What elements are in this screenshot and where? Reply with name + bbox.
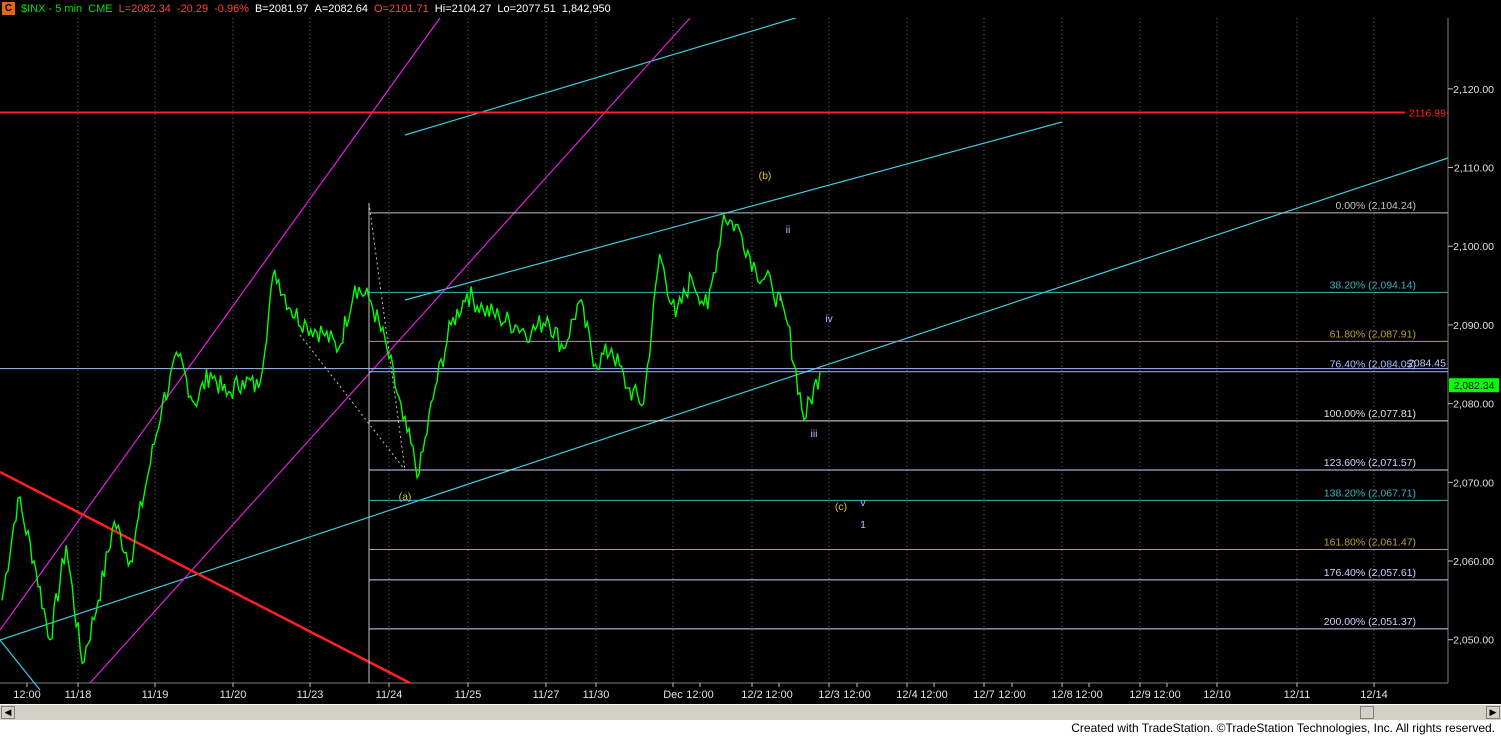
y-tick-label: 2,090.00 bbox=[1453, 320, 1494, 332]
x-tick-label: 12:00 bbox=[1075, 689, 1103, 701]
y-tick-label: 2,050.00 bbox=[1453, 635, 1494, 647]
fib-label: 161.80% (2,061.47) bbox=[1324, 536, 1416, 548]
scroll-thumb[interactable] bbox=[1360, 706, 1374, 719]
wave-label: (a) bbox=[399, 491, 412, 503]
horizontal-scrollbar[interactable]: ◀ ▶ bbox=[0, 704, 1501, 720]
x-tick-label: 12/3 bbox=[818, 689, 839, 701]
wave-label: iii bbox=[811, 428, 818, 440]
fib-label: 100.00% (2,077.81) bbox=[1324, 408, 1416, 420]
x-tick-label: 11/19 bbox=[142, 689, 169, 701]
fib-label: 0.00% (2,104.24) bbox=[1335, 200, 1416, 212]
y-tick-label: 2,110.00 bbox=[1454, 163, 1494, 175]
wave-label: ii bbox=[786, 224, 791, 236]
wave-label: 1 bbox=[860, 519, 866, 531]
x-tick-label: 11/24 bbox=[376, 689, 403, 701]
y-tick-label: 2,100.00 bbox=[1453, 241, 1494, 253]
net-change: -20.29 bbox=[176, 3, 209, 15]
x-tick-label: 12/2 bbox=[741, 689, 762, 701]
resistance-label: 2116.99 bbox=[1409, 108, 1446, 120]
y-tick-label: 2,070.00 bbox=[1453, 477, 1494, 489]
footer: Created with TradeStation. ©TradeStation… bbox=[0, 720, 1501, 736]
x-tick-label: 12/9 bbox=[1129, 689, 1150, 701]
low-price: Lo=2077.51 bbox=[497, 3, 556, 15]
fib-label: 200.00% (2,051.37) bbox=[1324, 616, 1416, 628]
ask-price: A=2082.64 bbox=[314, 3, 369, 15]
fib-label: 38.20% (2,094.14) bbox=[1330, 279, 1416, 291]
x-tick-label: 11/20 bbox=[220, 689, 247, 701]
scroll-left-button[interactable]: ◀ bbox=[1, 706, 15, 719]
x-tick-label: 12:00 bbox=[1153, 689, 1181, 701]
x-tick-label: 12/4 bbox=[896, 689, 917, 701]
x-tick-label: 12:00 bbox=[686, 689, 714, 701]
last-price-tag-label: 2,082.34 bbox=[1454, 380, 1495, 392]
fib-label: 138.20% (2,067.71) bbox=[1324, 487, 1416, 499]
x-tick-label: 11/30 bbox=[583, 689, 610, 701]
x-tick-label: 11/25 bbox=[455, 689, 482, 701]
last-price: L=2082.34 bbox=[118, 3, 171, 15]
wave-label: iv bbox=[825, 313, 833, 325]
fib-label: 176.40% (2,057.61) bbox=[1324, 567, 1416, 579]
open-price: O=2101.71 bbox=[374, 3, 429, 15]
x-tick-label: 12/7 bbox=[973, 689, 994, 701]
exchange-label: CME bbox=[88, 3, 113, 15]
wave-label: v bbox=[860, 497, 866, 509]
chart-type-icon[interactable]: C bbox=[2, 2, 15, 15]
scroll-right-button[interactable]: ▶ bbox=[1486, 706, 1500, 719]
wave-label: (c) bbox=[835, 501, 847, 513]
x-tick-label: 12:00 bbox=[843, 689, 871, 701]
fib-label: 61.80% (2,087.91) bbox=[1330, 328, 1416, 340]
wave-label: (b) bbox=[759, 170, 772, 182]
pct-change: -0.96% bbox=[214, 3, 249, 15]
x-tick-label: 12/8 bbox=[1051, 689, 1072, 701]
volume: 1,842,950 bbox=[561, 3, 611, 15]
x-tick-label: 12/11 bbox=[1284, 689, 1311, 701]
symbol-label: $INX - 5 min bbox=[21, 3, 83, 15]
fib-label: 123.60% (2,071.57) bbox=[1324, 457, 1416, 469]
copyright-text: Created with TradeStation. ©TradeStation… bbox=[1071, 721, 1495, 735]
x-tick-label: 11/18 bbox=[65, 689, 92, 701]
x-tick-label: 12:00 bbox=[765, 689, 793, 701]
chart-header: C $INX - 5 min CME L=2082.34 -20.29 -0.96% B=2… bbox=[0, 0, 1501, 18]
x-tick-label: 11/27 bbox=[533, 689, 560, 701]
high-price: Hi=2104.27 bbox=[434, 3, 492, 15]
wave-label: i bbox=[779, 292, 781, 304]
y-tick-label: 2,120.00 bbox=[1453, 84, 1494, 96]
bid-price: B=2081.97 bbox=[254, 3, 309, 15]
x-tick-label: 12:00 bbox=[998, 689, 1026, 701]
x-tick-label: 12:00 bbox=[920, 689, 948, 701]
price-chart[interactable]: 0.00% (2,104.24) 38.20% (2,094.14) 61.80% … bbox=[0, 0, 1501, 736]
x-tick-label: Dec bbox=[663, 689, 683, 701]
x-tick-label: 12:00 bbox=[13, 689, 41, 701]
y-tick-label: 2,060.00 bbox=[1453, 556, 1494, 568]
x-tick-label: 12/10 bbox=[1203, 689, 1231, 701]
x-tick-label: 11/23 bbox=[297, 689, 324, 701]
y-tick-label: 2,080.00 bbox=[1453, 399, 1494, 411]
x-tick-label: 12/14 bbox=[1360, 689, 1388, 701]
level-label-2084: 2084.45 bbox=[1408, 358, 1446, 370]
